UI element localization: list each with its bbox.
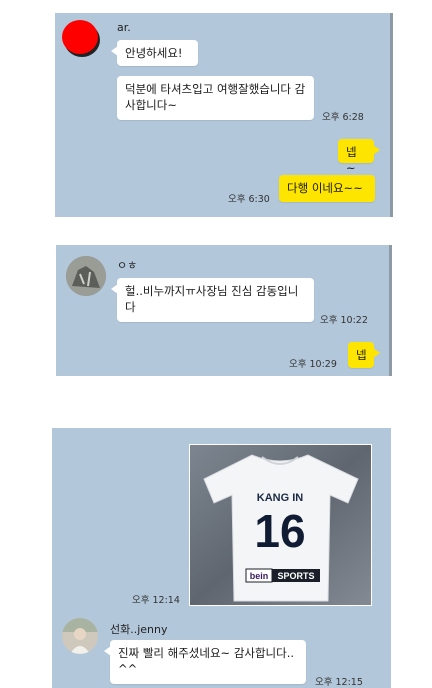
message-time: 오후 6:28 (322, 112, 364, 123)
panel-border (390, 13, 393, 217)
message-time: 오후 12:15 (315, 677, 363, 688)
reply-bubble[interactable]: 다행 이네요~~ (279, 175, 375, 202)
message-time: 오후 10:22 (320, 315, 368, 326)
reply-text: 넵~ (346, 145, 357, 175)
sender-avatar[interactable] (66, 256, 106, 296)
sender-name: 선화..jenny (110, 623, 168, 636)
message-bubble[interactable]: 덕분에 타셔츠입고 여행잘했습니다 감사합니다~ (117, 76, 314, 120)
message-bubble[interactable]: 안녕하세요! (111, 40, 198, 66)
sender-avatar[interactable] (62, 618, 98, 654)
message-bubble[interactable]: 진짜 빨리 해주셨네요~ 감사합니다.. ^^ (104, 640, 306, 684)
message-bubble[interactable]: 헐..비누까지ㅠ사장님 진심 감동입니다 (111, 278, 314, 322)
jersey-number: 16 (254, 505, 305, 557)
reply-time: 오후 10:29 (289, 359, 337, 370)
message-text: 헐..비누까지ㅠ사장님 진심 감동입니다 (125, 284, 299, 314)
panel-border (389, 245, 392, 376)
avatar-photo (66, 256, 106, 296)
reply-bubble[interactable]: 넵 (348, 342, 380, 368)
jersey-photo: KANG IN 16 bein SPORTS (190, 445, 371, 605)
chat-panel-2: ㅇㅎ 헐..비누까지ㅠ사장님 진심 감동입니다 오후 10:22 오후 10:2… (56, 245, 392, 376)
photo-time: 오후 12:14 (132, 595, 180, 606)
sender-name: ㅇㅎ (117, 259, 138, 272)
avatar-photo (62, 618, 98, 654)
reply-text: 다행 이네요~~ (287, 181, 363, 195)
sender-avatar[interactable] (62, 20, 98, 54)
sponsor-brand: bein (250, 571, 269, 581)
message-text: 안녕하세요! (125, 46, 183, 60)
sponsor-sports: SPORTS (277, 571, 314, 581)
reply-time: 오후 6:30 (228, 194, 270, 205)
chat-panel-1: ar. 안녕하세요! 덕분에 타셔츠입고 여행잘했습니다 감사합니다~ 오후 6… (55, 13, 393, 217)
reply-bubble[interactable]: 넵~ (338, 139, 380, 175)
shared-photo[interactable]: KANG IN 16 bein SPORTS (189, 444, 372, 606)
chat-panel-3: KANG IN 16 bein SPORTS 오후 12:14 선화..jenn… (52, 428, 391, 688)
message-text: 덕분에 타셔츠입고 여행잘했습니다 감사합니다~ (125, 82, 306, 112)
jersey-name: KANG IN (257, 492, 304, 504)
message-text: 진짜 빨리 해주셨네요~ 감사합니다.. ^^ (118, 646, 295, 676)
reply-text: 넵 (356, 348, 367, 362)
sender-name: ar. (117, 21, 131, 34)
